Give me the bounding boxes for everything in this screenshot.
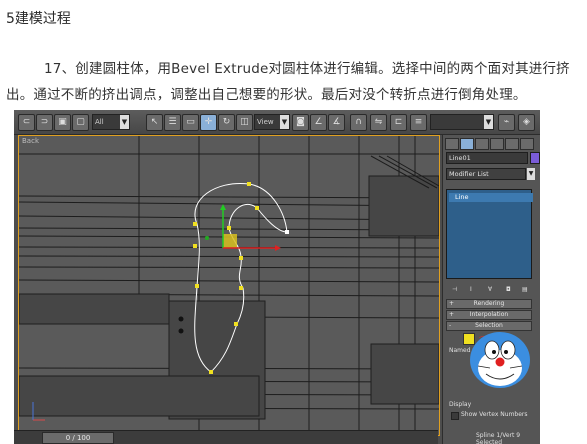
mirror-icon[interactable]: ⇋	[370, 114, 387, 131]
curve-editor-icon[interactable]: ⌁	[498, 114, 515, 131]
magnet-icon[interactable]: ∩	[350, 114, 367, 131]
select-by-name-icon[interactable]: ☰	[164, 114, 181, 131]
max-screenshot: ⊂ ⊃ ▣ ▢ All ▼ ↖ ☰ ▭ ✛ ↻ ◫ View ▼ ◙ ∠ ∡ ∩ ⇋…	[14, 110, 540, 444]
configure-sets-icon[interactable]: ▤	[522, 286, 528, 293]
show-vertex-numbers-checkbox[interactable]	[451, 412, 459, 420]
create-tab-icon[interactable]	[445, 138, 459, 150]
show-end-result-icon[interactable]: Ⅰ	[470, 286, 472, 293]
back-viewport[interactable]: Back	[18, 135, 440, 436]
rotate-icon[interactable]: ↻	[218, 114, 235, 131]
viewport-label: Back	[22, 137, 39, 145]
display-tab-icon[interactable]	[505, 138, 519, 150]
motion-tab-icon[interactable]	[490, 138, 504, 150]
selection-status: Spline 1/Vert 9 Selected	[476, 432, 521, 444]
named-selection-set-dropdown[interactable]: ▼	[430, 114, 494, 130]
hole-dot	[178, 316, 184, 322]
stack-buttons: ⊣ Ⅰ ∀ ◘ ▤	[446, 285, 530, 295]
layer-icon[interactable]: ≡	[410, 114, 427, 131]
select-object-icon[interactable]: ↖	[146, 114, 163, 131]
selected-vertex[interactable]	[285, 230, 289, 234]
snaps-toggle-icon[interactable]: ∠	[310, 114, 327, 131]
chevron-down-icon[interactable]: ▼	[527, 168, 535, 180]
select-icon[interactable]: ▢	[72, 114, 89, 131]
show-vertex-numbers-label: Show Vertex Numbers	[461, 411, 528, 418]
angle-snap-icon[interactable]: ∡	[328, 114, 345, 131]
select-link-icon[interactable]: ⊂	[18, 114, 35, 131]
bind-icon[interactable]: ▣	[54, 114, 71, 131]
unlink-icon[interactable]: ⊃	[36, 114, 53, 131]
utilities-tab-icon[interactable]	[520, 138, 534, 150]
modifier-stack[interactable]: Line	[446, 189, 533, 279]
pin-stack-icon[interactable]: ⊣	[452, 286, 457, 293]
selection-filter-dropdown[interactable]: All ▼	[92, 114, 130, 130]
viewport-scene	[19, 136, 439, 435]
main-toolbar: ⊂ ⊃ ▣ ▢ All ▼ ↖ ☰ ▭ ✛ ↻ ◫ View ▼ ◙ ∠ ∡ ∩ ⇋…	[14, 110, 540, 135]
region-select-icon[interactable]: ▭	[182, 114, 199, 131]
modify-tab-icon[interactable]	[460, 138, 474, 150]
cartoon-mascot-image	[470, 332, 530, 388]
pivot-icon[interactable]: ◙	[292, 114, 309, 131]
scale-icon[interactable]: ◫	[236, 114, 253, 131]
move-icon[interactable]: ✛	[200, 114, 217, 131]
move-gizmo[interactable]	[205, 204, 281, 251]
section-heading: 5建模过程	[6, 11, 71, 27]
modifier-list-dropdown[interactable]: Modifier List	[446, 168, 526, 180]
time-slider[interactable]: 0 / 100	[14, 430, 438, 444]
align-icon[interactable]: ⊏	[390, 114, 407, 131]
material-editor-icon[interactable]: ◈	[518, 114, 535, 131]
stack-item[interactable]: Line	[449, 193, 533, 202]
step-description: 17、创建圆柱体，用Bevel Extrude对圆柱体进行编辑。选择中间的两个面…	[6, 61, 570, 103]
display-group-label: Display	[449, 401, 472, 408]
remove-modifier-icon[interactable]: ◘	[506, 286, 511, 293]
rollout-rendering[interactable]: + Rendering	[446, 299, 532, 309]
frame-counter[interactable]: 0 / 100	[42, 432, 114, 444]
object-name-field[interactable]: Line01	[446, 152, 528, 164]
object-color-swatch[interactable]	[530, 152, 540, 164]
hole-dot	[178, 328, 184, 334]
command-panel: Line01 Modifier List ▼ Line ⊣ Ⅰ ∀ ◘ ▤ + …	[442, 135, 540, 444]
rollout-interpolation[interactable]: + Interpolation	[446, 310, 532, 320]
hierarchy-tab-icon[interactable]	[475, 138, 489, 150]
reference-coord-dropdown[interactable]: View ▼	[254, 114, 290, 130]
make-unique-icon[interactable]: ∀	[488, 286, 492, 293]
